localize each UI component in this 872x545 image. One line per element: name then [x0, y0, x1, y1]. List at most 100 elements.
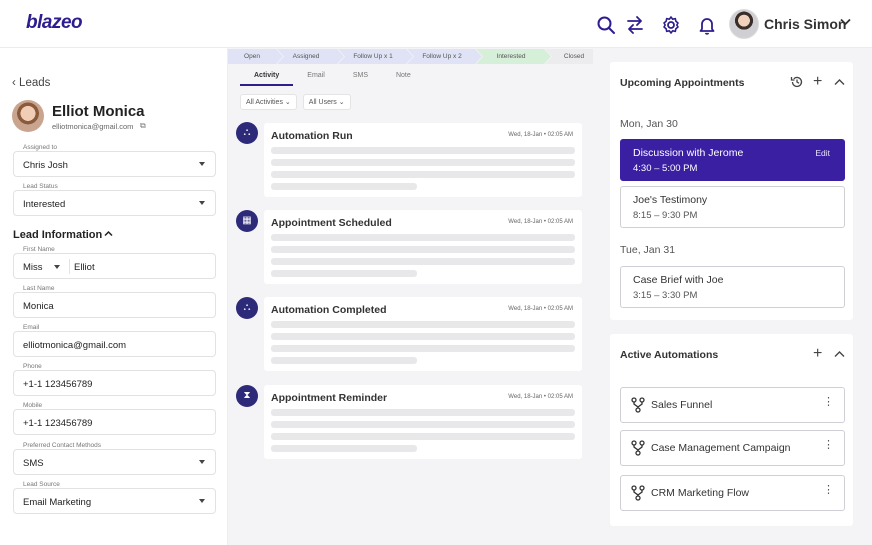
appointment-card[interactable]: Discussion with Jerome 4:30 – 5:00 PM Ed…	[620, 139, 845, 181]
automation-item[interactable]: Case Management Campaign ⋮	[620, 430, 845, 466]
chevron-up-icon[interactable]	[104, 229, 113, 240]
more-vertical-icon[interactable]: ⋮	[823, 397, 834, 408]
field-label: Assigned to	[21, 144, 59, 151]
field-value: Email Marketing	[23, 497, 92, 508]
chevron-up-icon[interactable]	[834, 75, 845, 89]
last-name-field[interactable]: Last Name Monica	[13, 285, 216, 318]
stage-open[interactable]: Open	[228, 49, 276, 64]
field-value: Chris Josh	[23, 160, 68, 171]
automation-item[interactable]: Sales Funnel ⋮	[620, 387, 845, 423]
activity-title: Automation Completed	[271, 304, 387, 316]
calendar-icon: ▦	[236, 210, 258, 232]
automation-name: Sales Funnel	[651, 399, 713, 411]
activity-title: Automation Run	[271, 130, 353, 142]
copy-icon[interactable]: ⧉	[140, 121, 146, 131]
chevron-up-icon[interactable]	[834, 347, 845, 361]
history-icon[interactable]	[790, 75, 804, 92]
field-label: Mobile	[21, 402, 45, 409]
gear-icon[interactable]	[661, 15, 681, 35]
placeholder-line	[271, 183, 417, 190]
first-name-value[interactable]: Elliot	[74, 262, 95, 273]
activity-time: Wed, 18-Jan • 02:05 AM	[508, 132, 573, 138]
placeholder-line	[271, 433, 575, 440]
stage-closed[interactable]: Closed	[554, 49, 594, 64]
automation-name: CRM Marketing Flow	[651, 487, 750, 499]
mobile-field[interactable]: Mobile +1-1 123456789	[13, 402, 216, 435]
placeholder-line	[271, 147, 575, 154]
stage-follow-up-1[interactable]: Follow Up x 1	[343, 49, 403, 64]
all-users-filter[interactable]: All Users ⌄	[302, 94, 351, 110]
tab-activity[interactable]: Activity	[240, 70, 294, 86]
appointment-time: 4:30 – 5:00 PM	[633, 163, 698, 174]
placeholder-line	[271, 246, 575, 253]
stage-assigned[interactable]: Assigned	[284, 49, 328, 64]
user-avatar[interactable]	[729, 9, 759, 39]
top-bar: blazeo Chris Simon	[0, 0, 872, 48]
chevron-down-icon[interactable]	[840, 17, 851, 29]
appointment-time: 8:15 – 9:30 PM	[633, 210, 698, 221]
email-field[interactable]: Email elliotmonica@gmail.com	[13, 324, 216, 357]
branch-icon	[631, 440, 645, 456]
search-icon[interactable]	[596, 15, 616, 35]
automation-name: Case Management Campaign	[651, 442, 791, 454]
lead-email: elliotmonica@gmail.com	[52, 122, 134, 131]
chevron-left-icon: ‹	[12, 77, 16, 89]
lead-avatar	[12, 100, 44, 132]
placeholder-line	[271, 258, 575, 265]
automation-item[interactable]: CRM Marketing Flow ⋮	[620, 475, 845, 511]
activity-item[interactable]: Automation Completed Wed, 18-Jan • 02:05…	[264, 297, 582, 371]
field-value: Monica	[23, 301, 54, 312]
lead-source-select[interactable]: Lead Source Email Marketing	[13, 481, 216, 514]
add-icon[interactable]: +	[813, 345, 822, 363]
phone-field[interactable]: Phone +1-1 123456789	[13, 363, 216, 396]
back-to-leads-link[interactable]: ‹ Leads	[12, 77, 50, 89]
edit-link[interactable]: Edit	[815, 148, 830, 158]
user-name[interactable]: Chris Simon	[764, 16, 846, 32]
lead-status-select[interactable]: Lead Status Interested	[13, 183, 216, 216]
activity-title: Appointment Scheduled	[271, 217, 392, 229]
right-sidebar: Upcoming Appointments + Mon, Jan 30 Disc…	[593, 48, 872, 545]
workflow-icon: ⛬	[236, 122, 258, 144]
placeholder-line	[271, 357, 417, 364]
caret-down-icon	[199, 201, 205, 205]
activity-item[interactable]: Appointment Reminder Wed, 18-Jan • 02:05…	[264, 385, 582, 459]
tab-note[interactable]: Note	[382, 70, 425, 86]
chevron-down-icon: ⌄	[338, 99, 345, 106]
field-label: Last Name	[21, 285, 57, 292]
tab-sms[interactable]: SMS	[339, 70, 382, 86]
activity-panel: Open Assigned Follow Up x 1 Follow Up x …	[228, 48, 593, 545]
activity-filters: All Activities ⌄ All Users ⌄	[240, 94, 351, 110]
appointment-title: Discussion with Jerome	[633, 147, 744, 159]
name-title-select[interactable]: Miss	[23, 262, 43, 273]
appointment-card[interactable]: Case Brief with Joe 3:15 – 3:30 PM	[620, 266, 845, 308]
placeholder-line	[271, 171, 575, 178]
caret-down-icon	[54, 265, 60, 269]
stage-follow-up-2[interactable]: Follow Up x 2	[412, 49, 472, 64]
blazeo-logo[interactable]: blazeo	[26, 12, 83, 34]
first-name-field[interactable]: First Name Miss Elliot	[13, 246, 216, 279]
stage-interested[interactable]: Interested	[482, 49, 540, 64]
swap-icon[interactable]	[625, 15, 645, 35]
all-activities-filter[interactable]: All Activities ⌄	[240, 94, 297, 110]
more-vertical-icon[interactable]: ⋮	[823, 485, 834, 496]
filter-label: All Activities	[246, 99, 283, 106]
appointment-title: Joe's Testimony	[633, 194, 708, 206]
caret-down-icon	[199, 499, 205, 503]
appointment-card[interactable]: Joe's Testimony 8:15 – 9:30 PM	[620, 186, 845, 228]
field-value: +1-1 123456789	[23, 418, 93, 429]
activity-item[interactable]: Appointment Scheduled Wed, 18-Jan • 02:0…	[264, 210, 582, 284]
day-label: Mon, Jan 30	[620, 118, 678, 130]
tab-email[interactable]: Email	[293, 70, 339, 86]
assigned-to-select[interactable]: Assigned to Chris Josh	[13, 144, 216, 177]
more-vertical-icon[interactable]: ⋮	[823, 440, 834, 451]
caret-down-icon	[199, 460, 205, 464]
field-value: Interested	[23, 199, 66, 210]
activity-item[interactable]: Automation Run Wed, 18-Jan • 02:05 AM	[264, 123, 582, 197]
add-icon[interactable]: +	[813, 73, 822, 91]
bell-icon[interactable]	[697, 15, 717, 35]
filter-label: All Users	[308, 99, 337, 106]
field-value: SMS	[23, 458, 44, 469]
appointment-title: Case Brief with Joe	[633, 274, 724, 286]
field-value: +1-1 123456789	[23, 379, 93, 390]
contact-method-select[interactable]: Preferred Contact Methods SMS	[13, 442, 216, 475]
